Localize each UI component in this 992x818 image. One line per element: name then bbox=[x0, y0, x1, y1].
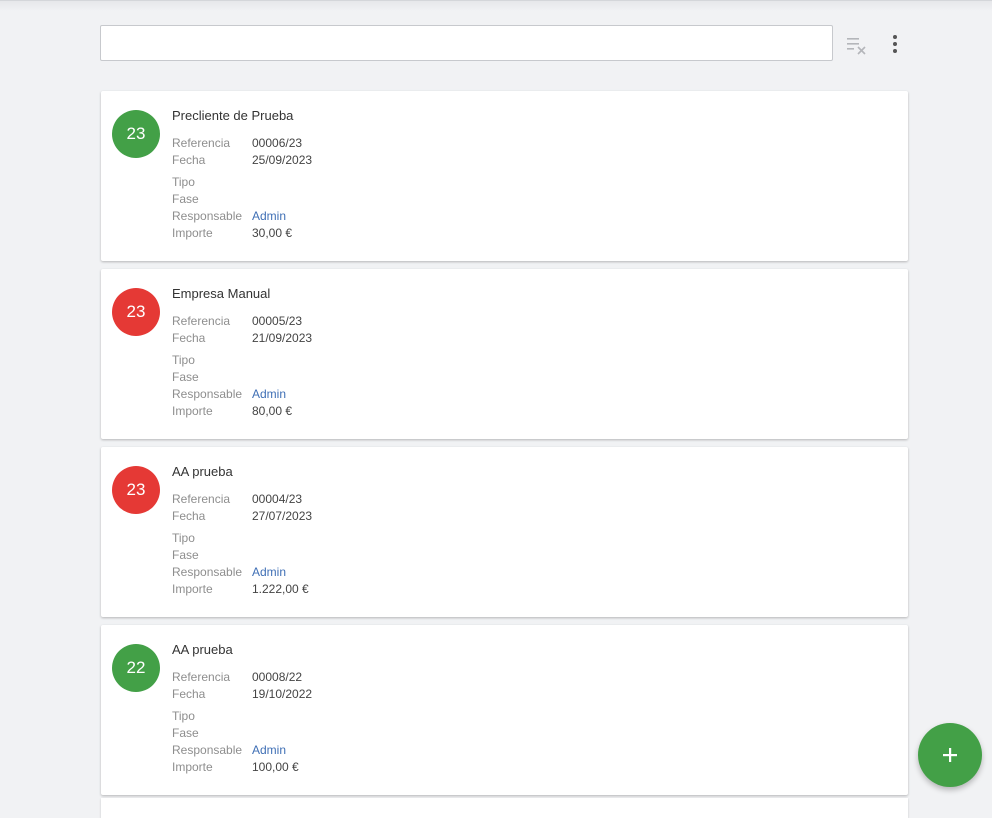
responsable-link[interactable]: Admin bbox=[252, 386, 286, 403]
referencia-label: Referencia bbox=[172, 670, 231, 684]
tipo-label: Tipo bbox=[172, 709, 195, 723]
importe-label: Importe bbox=[172, 404, 213, 418]
item-title: AA prueba bbox=[172, 642, 233, 657]
importe-value: 1.222,00 € bbox=[252, 582, 309, 596]
clear-filter-icon bbox=[847, 38, 866, 55]
list-item[interactable]: 23 AA prueba Referencia 00004/23 Fecha 27/… bbox=[101, 447, 908, 617]
fecha-value: 25/09/2023 bbox=[252, 153, 313, 167]
responsable-link[interactable]: Admin bbox=[252, 742, 286, 759]
fecha-value: 27/07/2023 bbox=[252, 509, 313, 523]
fecha-value: 21/09/2023 bbox=[252, 331, 313, 345]
item-title: Precliente de Prueba bbox=[172, 108, 294, 123]
importe-value: 100,00 € bbox=[252, 760, 299, 774]
more-vert-icon bbox=[893, 35, 897, 53]
search-input[interactable] bbox=[100, 25, 833, 61]
fecha-label: Fecha bbox=[172, 687, 206, 701]
item-title: Empresa Manual bbox=[172, 286, 271, 301]
referencia-label: Referencia bbox=[172, 492, 231, 506]
list-item[interactable] bbox=[101, 798, 908, 818]
importe-label: Importe bbox=[172, 760, 213, 774]
referencia-value: 00004/23 bbox=[252, 492, 303, 506]
fase-label: Fase bbox=[172, 726, 199, 740]
add-button[interactable] bbox=[918, 723, 982, 787]
fecha-label: Fecha bbox=[172, 331, 206, 345]
list-item[interactable]: 23 Empresa Manual Referencia 00005/23 Fec… bbox=[101, 269, 908, 439]
item-title: AA prueba bbox=[172, 464, 233, 479]
referencia-value: 00006/23 bbox=[252, 136, 303, 150]
referencia-value: 00005/23 bbox=[252, 314, 303, 328]
item-fields: Referencia 00004/23 Fecha 27/07/2023 Tipo … bbox=[172, 491, 312, 598]
item-fields: Referencia 00008/22 Fecha 19/10/2022 Tipo … bbox=[172, 669, 312, 776]
year-badge: 23 bbox=[112, 466, 160, 514]
item-fields: Referencia 00006/23 Fecha 25/09/2023 Tipo … bbox=[172, 135, 312, 242]
year-badge: 22 bbox=[112, 644, 160, 692]
more-options-button[interactable] bbox=[884, 32, 906, 58]
responsable-label: Responsable bbox=[172, 209, 243, 223]
responsable-link[interactable]: Admin bbox=[252, 208, 286, 225]
year-badge: 23 bbox=[112, 288, 160, 336]
tipo-label: Tipo bbox=[172, 353, 195, 367]
importe-value: 30,00 € bbox=[252, 226, 293, 240]
fecha-label: Fecha bbox=[172, 153, 206, 167]
importe-label: Importe bbox=[172, 226, 213, 240]
importe-value: 80,00 € bbox=[252, 404, 293, 418]
fase-label: Fase bbox=[172, 370, 199, 384]
list-item[interactable]: 23 Precliente de Prueba Referencia 00006/… bbox=[101, 91, 908, 261]
fase-label: Fase bbox=[172, 192, 199, 206]
referencia-label: Referencia bbox=[172, 314, 231, 328]
clear-filter-button[interactable] bbox=[845, 35, 869, 57]
fecha-label: Fecha bbox=[172, 509, 206, 523]
plus-icon bbox=[943, 748, 957, 762]
importe-label: Importe bbox=[172, 582, 213, 596]
opportunity-list: 23 Precliente de Prueba Referencia 00006/… bbox=[101, 91, 908, 803]
responsable-label: Responsable bbox=[172, 565, 243, 579]
top-divider bbox=[0, 0, 992, 11]
fase-label: Fase bbox=[172, 548, 199, 562]
year-badge: 23 bbox=[112, 110, 160, 158]
item-fields: Referencia 00005/23 Fecha 21/09/2023 Tipo … bbox=[172, 313, 312, 420]
tipo-label: Tipo bbox=[172, 175, 195, 189]
tipo-label: Tipo bbox=[172, 531, 195, 545]
list-item[interactable]: 22 AA prueba Referencia 00008/22 Fecha 19/… bbox=[101, 625, 908, 795]
responsable-label: Responsable bbox=[172, 743, 243, 757]
fecha-value: 19/10/2022 bbox=[252, 687, 313, 701]
responsable-label: Responsable bbox=[172, 387, 243, 401]
referencia-value: 00008/22 bbox=[252, 670, 303, 684]
responsable-link[interactable]: Admin bbox=[252, 564, 286, 581]
referencia-label: Referencia bbox=[172, 136, 231, 150]
